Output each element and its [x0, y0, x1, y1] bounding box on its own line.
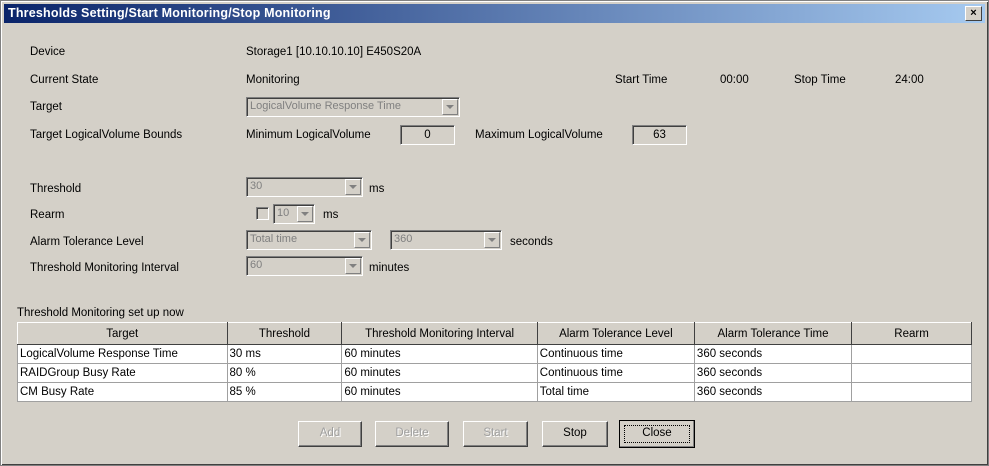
table-cell: 60 minutes: [341, 363, 538, 383]
alarm-unit: seconds: [510, 236, 553, 248]
table-row[interactable]: RAIDGroup Busy Rate 80 % 60 minutes Cont…: [17, 363, 972, 383]
delete-button[interactable]: Delete: [375, 421, 449, 447]
interval-unit: minutes: [369, 262, 410, 274]
alarm-type-select[interactable]: Total time: [246, 230, 372, 250]
stop-time-label: Stop Time: [794, 74, 846, 86]
chevron-down-icon: [484, 232, 500, 248]
rearm-select[interactable]: 10: [273, 204, 315, 224]
close-button[interactable]: Close: [619, 420, 695, 448]
device-label: Device: [30, 46, 66, 58]
device-value: Storage1 [10.10.10.10] E450S20A: [246, 46, 422, 58]
bounds-label: Target LogicalVolume Bounds: [30, 129, 183, 141]
current-state-value: Monitoring: [246, 74, 300, 86]
threshold-label: Threshold: [30, 183, 82, 195]
max-logicalvolume-value: 63: [632, 125, 687, 145]
threshold-select[interactable]: 30: [246, 177, 363, 197]
table-cell: 30 ms: [226, 344, 343, 364]
target-select[interactable]: LogicalVolume Response Time: [246, 97, 460, 117]
start-time-label: Start Time: [615, 74, 668, 86]
table-cell: 85 %: [226, 382, 343, 402]
rearm-select-value: 10: [277, 207, 290, 219]
alarm-seconds-select[interactable]: 360: [390, 230, 502, 250]
min-logicalvolume-label: Minimum LogicalVolume: [246, 129, 371, 141]
table-cell: Continuous time: [536, 363, 695, 383]
table-cell: 60 minutes: [341, 382, 538, 402]
interval-select-value: 60: [250, 259, 263, 271]
column-header[interactable]: Threshold Monitoring Interval: [341, 322, 538, 345]
window-title: Thresholds Setting/Start Monitoring/Stop…: [8, 6, 331, 20]
close-icon[interactable]: ×: [965, 6, 982, 21]
interval-label: Threshold Monitoring Interval: [30, 262, 179, 274]
column-header[interactable]: Alarm Tolerance Time: [693, 322, 853, 345]
table-header-row: Target Threshold Threshold Monitoring In…: [17, 322, 972, 345]
max-logicalvolume-label: Maximum LogicalVolume: [475, 129, 603, 141]
chevron-down-icon: [442, 99, 458, 115]
chevron-down-icon: [345, 258, 361, 274]
table-cell: [851, 363, 972, 383]
column-header[interactable]: Threshold: [226, 322, 343, 345]
threshold-table: Target Threshold Threshold Monitoring In…: [17, 322, 972, 402]
table-cell: 360 seconds: [693, 382, 853, 402]
table-caption: Threshold Monitoring set up now: [17, 307, 184, 319]
table-cell: 360 seconds: [693, 344, 853, 364]
rearm-unit: ms: [323, 209, 339, 221]
table-cell: 60 minutes: [341, 344, 538, 364]
table-cell: Continuous time: [536, 344, 695, 364]
column-header[interactable]: Alarm Tolerance Level: [536, 322, 695, 345]
table-cell: [851, 382, 972, 402]
alarm-seconds-value: 360: [394, 233, 413, 245]
chevron-down-icon: [297, 206, 313, 222]
chevron-down-icon: [345, 179, 361, 195]
table-cell: RAIDGroup Busy Rate: [17, 363, 228, 383]
stop-time-value: 24:00: [895, 74, 924, 86]
interval-select[interactable]: 60: [246, 256, 363, 276]
current-state-label: Current State: [30, 74, 99, 86]
table-cell: 360 seconds: [693, 363, 853, 383]
add-button[interactable]: Add: [298, 421, 362, 447]
column-header[interactable]: Target: [17, 322, 228, 345]
alarm-type-value: Total time: [250, 233, 298, 245]
threshold-unit: ms: [369, 183, 385, 195]
close-button-label: Close: [642, 427, 672, 439]
chevron-down-icon: [354, 232, 370, 248]
table-cell: 80 %: [226, 363, 343, 383]
title-bar[interactable]: Thresholds Setting/Start Monitoring/Stop…: [4, 4, 985, 23]
target-label: Target: [30, 101, 62, 113]
stop-button[interactable]: Stop: [542, 421, 608, 447]
target-select-value: LogicalVolume Response Time: [250, 100, 402, 112]
table-cell: Total time: [536, 382, 695, 402]
threshold-select-value: 30: [250, 180, 263, 192]
table-cell: CM Busy Rate: [17, 382, 228, 402]
dialog-window: Thresholds Setting/Start Monitoring/Stop…: [0, 0, 989, 466]
table-row[interactable]: LogicalVolume Response Time 30 ms 60 min…: [17, 344, 972, 364]
table-cell: LogicalVolume Response Time: [17, 344, 228, 364]
start-button[interactable]: Start: [463, 421, 528, 447]
column-header[interactable]: Rearm: [851, 322, 972, 345]
start-time-value: 00:00: [720, 74, 749, 86]
alarm-tolerance-label: Alarm Tolerance Level: [30, 236, 144, 248]
table-cell: [851, 344, 972, 364]
rearm-label: Rearm: [30, 209, 65, 221]
min-logicalvolume-value: 0: [400, 125, 455, 145]
table-row[interactable]: CM Busy Rate 85 % 60 minutes Total time …: [17, 382, 972, 402]
rearm-checkbox[interactable]: [256, 207, 269, 220]
